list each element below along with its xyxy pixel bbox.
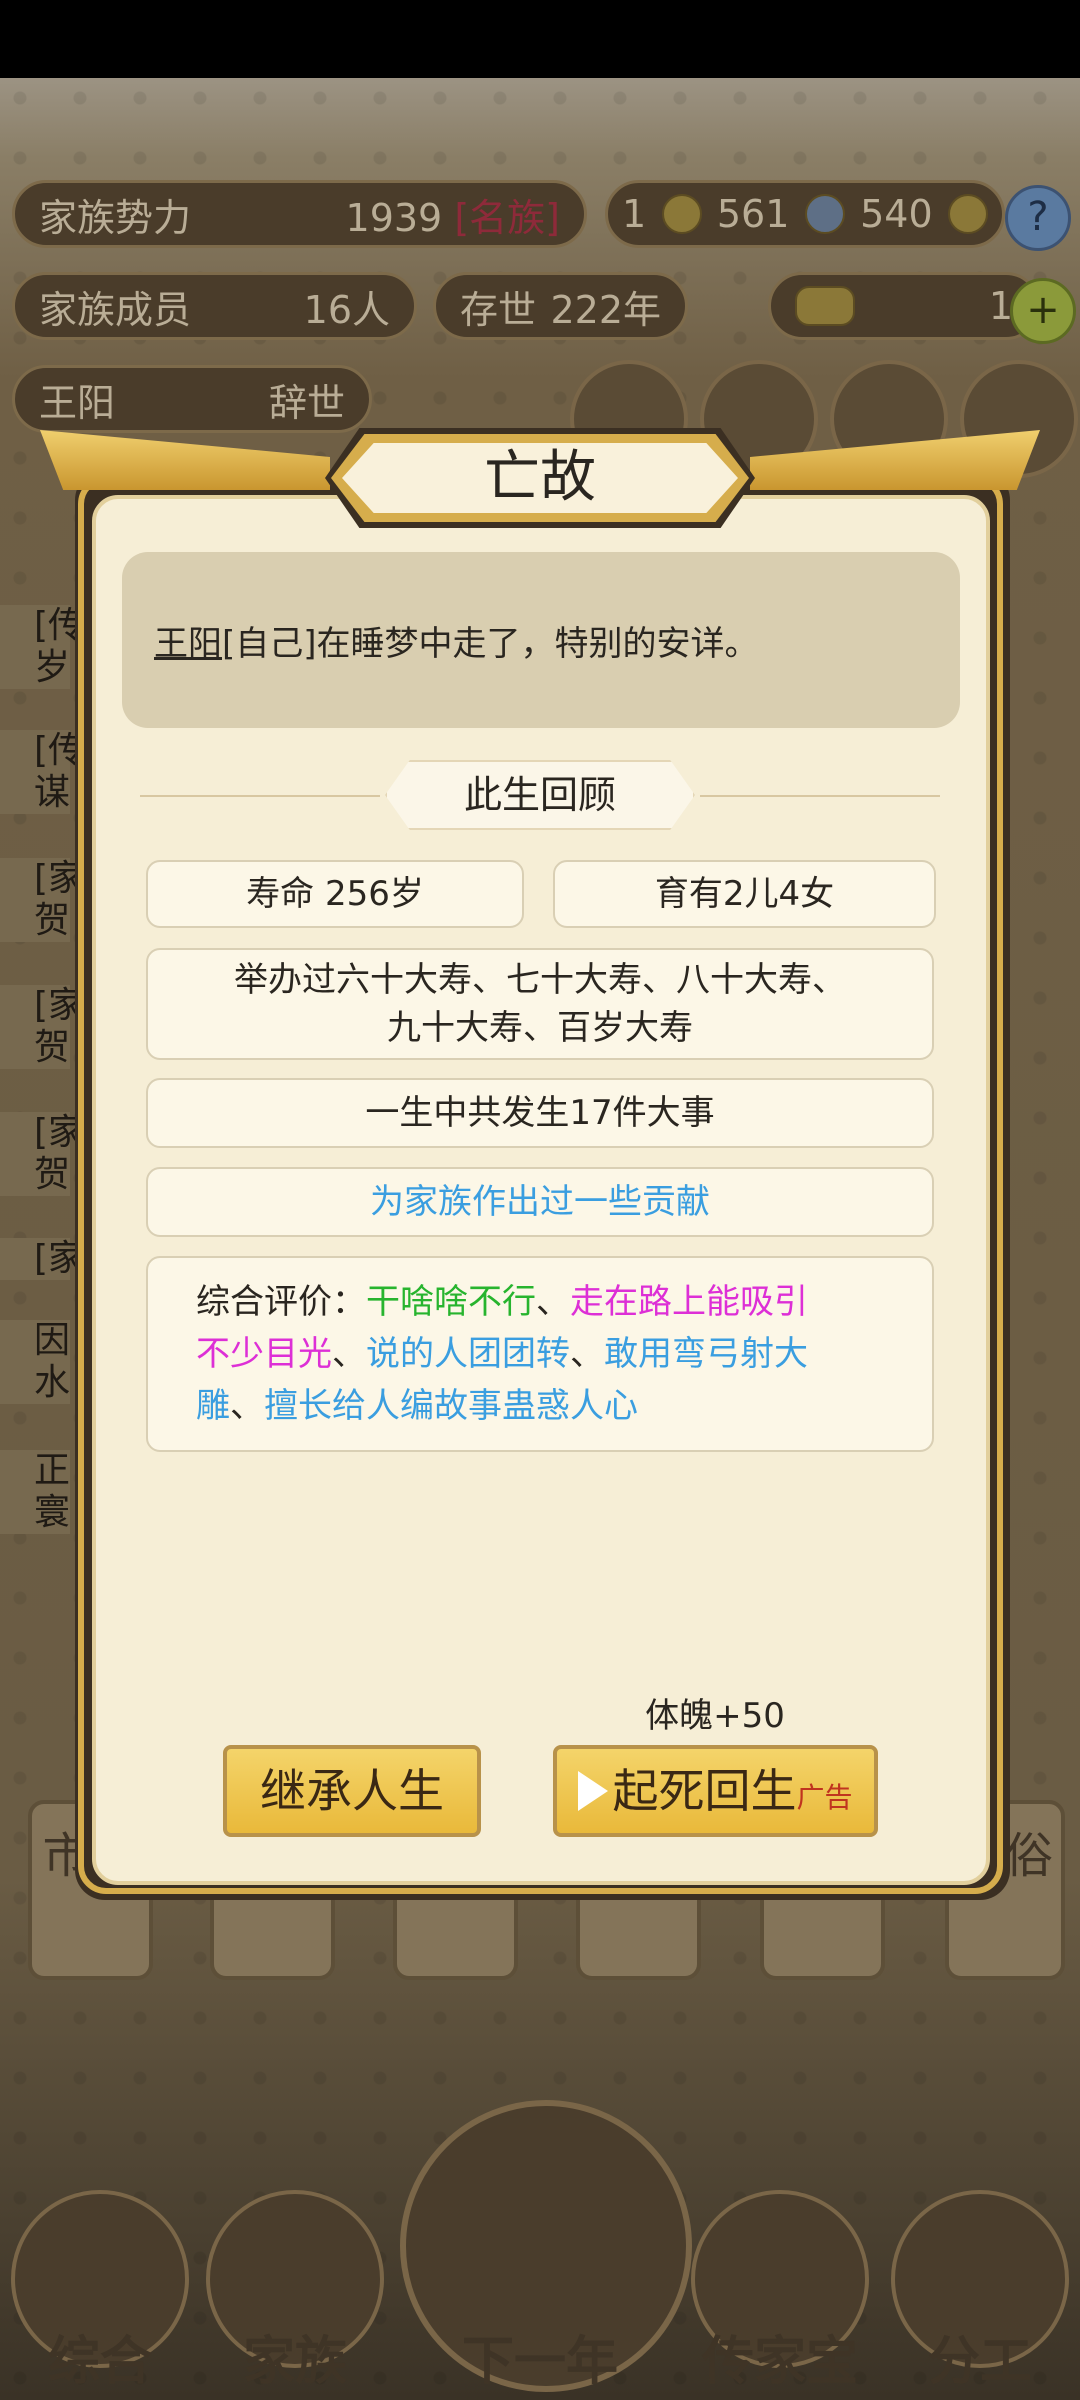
nav-division[interactable]: 分工: [890, 2190, 1070, 2392]
eval-label: 综合评价：: [196, 1282, 366, 1322]
log-fragment: 正寰: [0, 1450, 70, 1534]
exist-label: 存世: [460, 287, 537, 332]
resource-3: 540: [860, 192, 933, 236]
members-value: 16人: [303, 287, 390, 332]
log-fragment: [传谋: [0, 730, 84, 814]
current-person-bar[interactable]: 王阳 辞世: [12, 365, 372, 433]
log-fragment: [家: [0, 1238, 84, 1280]
log-fragment: 因水: [0, 1320, 70, 1404]
revive-label: 起死回生: [612, 1764, 797, 1818]
nav-comprehensive[interactable]: 综合: [10, 2190, 190, 2392]
birthdays-line-1: 举办过六十大寿、七十大寿、八十大寿、: [234, 960, 846, 1000]
exist-value: 222年: [550, 287, 661, 332]
log-fragment: [家贺: [0, 858, 84, 942]
children-box: 育有2儿4女: [553, 860, 936, 928]
dialog-title: 亡故: [342, 443, 738, 513]
lifespan-box: 寿命 256岁: [146, 860, 524, 928]
coin-icon: [947, 194, 988, 234]
divider-right: [700, 795, 940, 797]
death-message: 王阳 [自己]在睡梦中走了，特别的安详。: [122, 552, 960, 728]
ingot-icon: [795, 286, 855, 326]
eval-trait-1: 干啥啥不行: [366, 1282, 536, 1322]
contribution-box: 为家族作出过一些贡献: [146, 1167, 934, 1237]
death-message-text: [自己]在睡梦中走了，特别的安详。: [222, 623, 759, 664]
family-power-value-group: 1939 [名族]: [346, 187, 560, 242]
family-power-value: 1939: [345, 195, 443, 240]
add-icon[interactable]: +: [1010, 278, 1076, 344]
existence-bar: 存世 222年: [433, 272, 688, 340]
birthdays-line-2: 九十大寿、百岁大寿: [387, 1008, 693, 1048]
nav-heirloom[interactable]: 传家宝: [690, 2190, 870, 2392]
resources-bar[interactable]: 1 561 540: [605, 180, 1005, 248]
family-members-bar[interactable]: 家族成员 16人: [12, 272, 417, 340]
log-fragment: [传岁: [0, 605, 84, 689]
revive-bonus: 体魄+50: [645, 1696, 785, 1736]
evaluation-box: 综合评价：干啥啥不行、走在路上能吸引 不少目光、说的人团团转、敢用弯弓射大 雕、擅长…: [146, 1256, 934, 1452]
birthdays-box: 举办过六十大寿、七十大寿、八十大寿、 九十大寿、百岁大寿: [146, 948, 934, 1060]
gold-bar-icon: [661, 194, 702, 234]
family-rank: [名族]: [454, 195, 560, 240]
family-power-label: 家族势力: [39, 195, 192, 240]
silver-bar-icon: [804, 194, 845, 234]
resource-2: 561: [716, 192, 790, 236]
members-label: 家族成员: [39, 287, 192, 332]
revive-button[interactable]: 起死回生广告: [553, 1745, 878, 1837]
nav-next-year-label-wrap: 下一年: [461, 2332, 618, 2392]
ad-tag: 广告: [796, 1781, 853, 1814]
status-bar: [0, 0, 1080, 78]
eval-trait-2b: 不少目光: [196, 1334, 332, 1374]
person-name: 王阳: [39, 380, 116, 425]
log-fragment: [家贺: [0, 985, 84, 1069]
eval-trait-2a: 走在路上能吸引: [570, 1282, 808, 1322]
eval-trait-3: 说的人团团转: [366, 1334, 570, 1374]
inherit-life-button[interactable]: 继承人生: [223, 1745, 481, 1837]
divider-left: [140, 795, 380, 797]
play-icon: [578, 1771, 609, 1811]
help-icon[interactable]: ?: [1005, 185, 1071, 251]
eval-trait-5: 擅长给人编故事蛊惑人心: [264, 1386, 638, 1426]
eval-trait-4a: 敢用弯弓射大: [604, 1334, 808, 1374]
life-review-heading: 此生回顾: [385, 760, 695, 830]
person-status: 辞世: [268, 380, 345, 425]
log-fragment: [家贺: [0, 1112, 84, 1196]
resource-1: 1: [622, 192, 647, 236]
nav-family[interactable]: 家族: [205, 2190, 385, 2392]
deceased-name[interactable]: 王阳: [154, 616, 222, 665]
ingot-bar[interactable]: 1: [768, 272, 1040, 340]
family-power-bar[interactable]: 家族势力 1939 [名族]: [12, 180, 587, 248]
events-box: 一生中共发生17件大事: [146, 1078, 934, 1148]
eval-trait-4b: 雕: [196, 1386, 230, 1426]
